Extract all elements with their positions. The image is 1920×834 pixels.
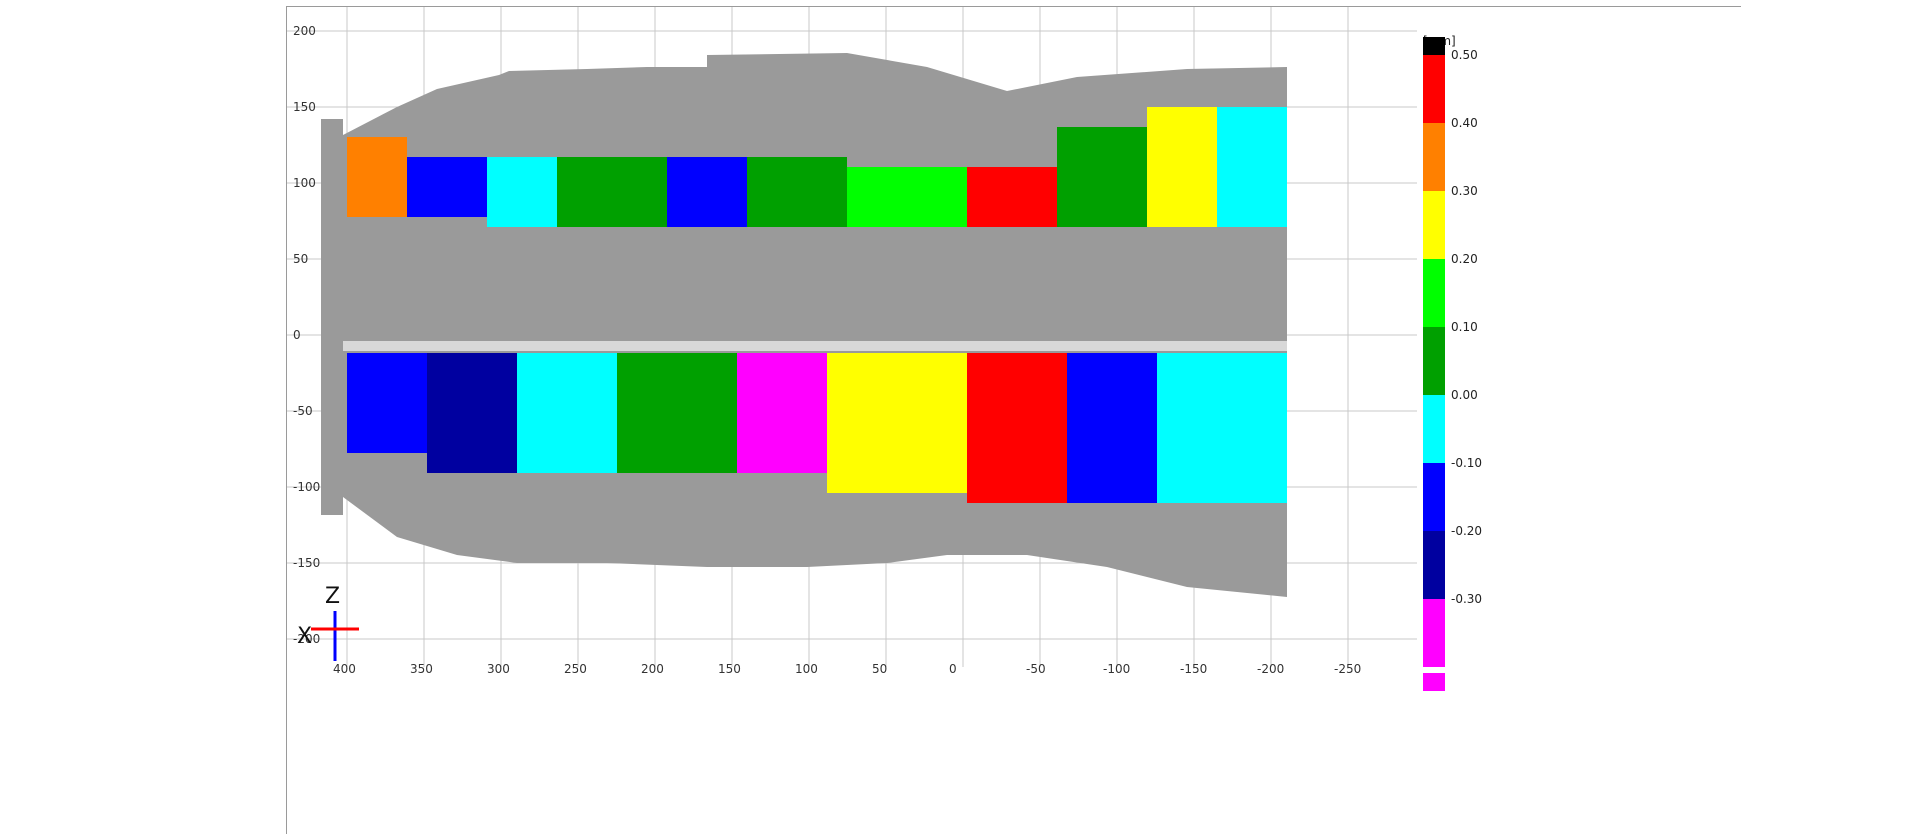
legend-swatch [1423,259,1445,327]
y-tick-label: 150 [293,100,316,114]
legend-swatch [1423,327,1445,395]
color-legend: [mm] 0.500.400.300.200.100.00-0.10-0.20-… [1423,34,1482,691]
x-tick-label: 300 [487,662,510,676]
deviation-plot[interactable]: 400 350 300 250 200 150 100 50 0 -50 -100 -150 -200 -… [287,7,1741,834]
legend-label: -0.30 [1451,592,1482,606]
legend-label: 0.30 [1451,184,1478,198]
y-tick-label: 100 [293,176,316,190]
x-tick-label: 200 [641,662,664,676]
y-tick-label: 50 [293,252,308,266]
legend-label: 0.10 [1451,320,1478,334]
x-tick-label: 250 [564,662,587,676]
triad-z-label: Z [325,584,340,609]
legend-label: 0.20 [1451,252,1478,266]
legend-swatch [1423,191,1445,259]
x-tick-label: 350 [410,662,433,676]
axis-triad: Z X [297,584,359,661]
x-tick-label: -150 [1180,662,1207,676]
x-tick-label: -250 [1334,662,1361,676]
legend-under-swatch [1423,673,1445,691]
x-tick-label: 0 [949,662,957,676]
triad-x-label: X [297,624,312,649]
legend-swatch [1423,531,1445,599]
legend-label: 0.40 [1451,116,1478,130]
y-tick-label: -150 [293,556,320,570]
legend-label: 0.00 [1451,388,1478,402]
legend-swatch [1423,599,1445,667]
x-tick-label: -50 [1026,662,1046,676]
y-tick-label: -100 [293,480,320,494]
x-tick-label: 150 [718,662,741,676]
legend-swatch [1423,123,1445,191]
legend-swatch [1423,395,1445,463]
x-tick-label: -100 [1103,662,1130,676]
part-model [321,53,1287,597]
x-tick-label: -200 [1257,662,1284,676]
x-tick-label: 50 [872,662,887,676]
legend-swatch [1423,463,1445,531]
x-tick-label: 100 [795,662,818,676]
legend-label: -0.20 [1451,524,1482,538]
3d-viewport[interactable]: 400 350 300 250 200 150 100 50 0 -50 -100 -150 -200 -… [286,6,1741,834]
y-tick-label: 0 [293,328,301,342]
legend-label: 0.50 [1451,48,1478,62]
legend-over-swatch [1423,37,1445,55]
legend-swatch [1423,55,1445,123]
legend-label: -0.10 [1451,456,1482,470]
y-tick-label: 200 [293,24,316,38]
y-tick-label: -50 [293,404,313,418]
x-tick-label: 400 [333,662,356,676]
